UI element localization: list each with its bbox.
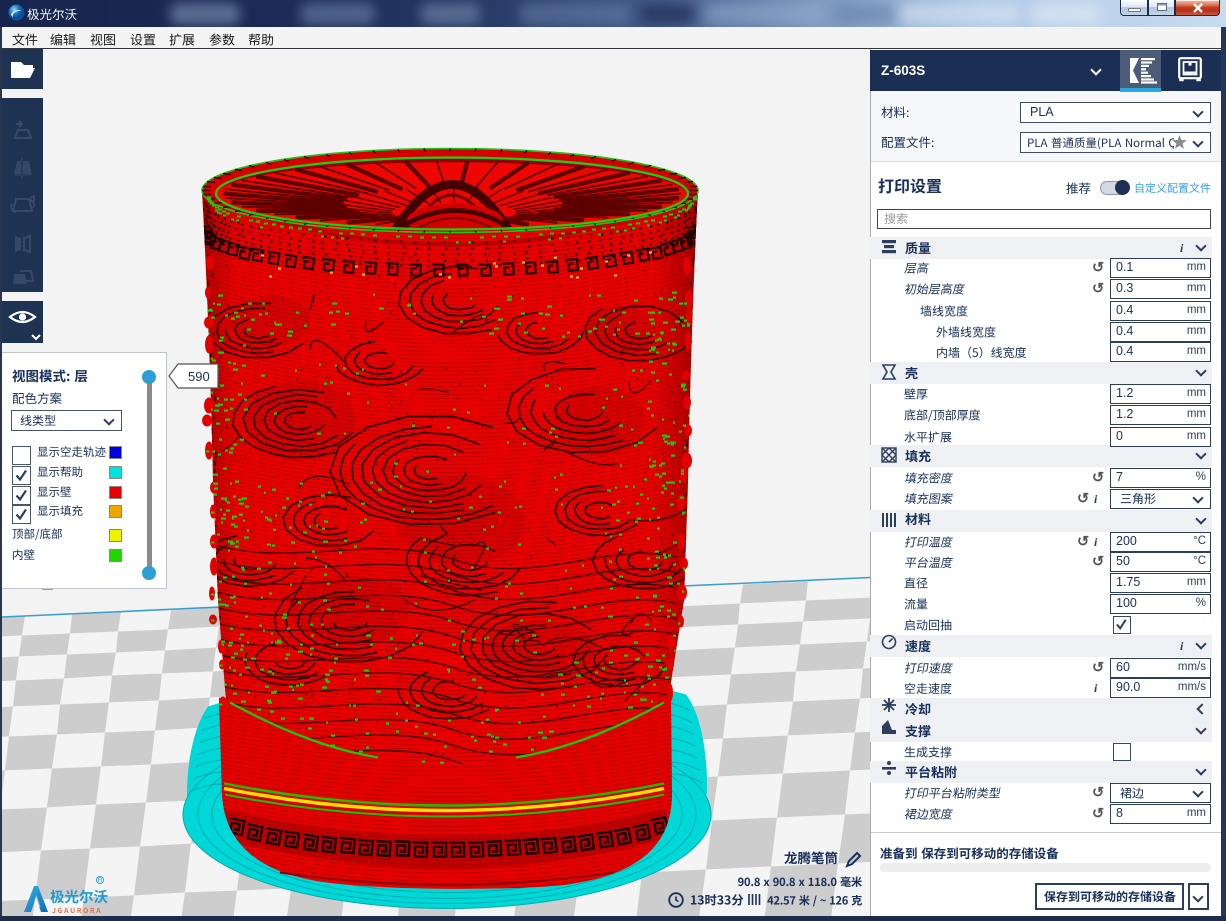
- svg-text:590: 590: [188, 369, 210, 384]
